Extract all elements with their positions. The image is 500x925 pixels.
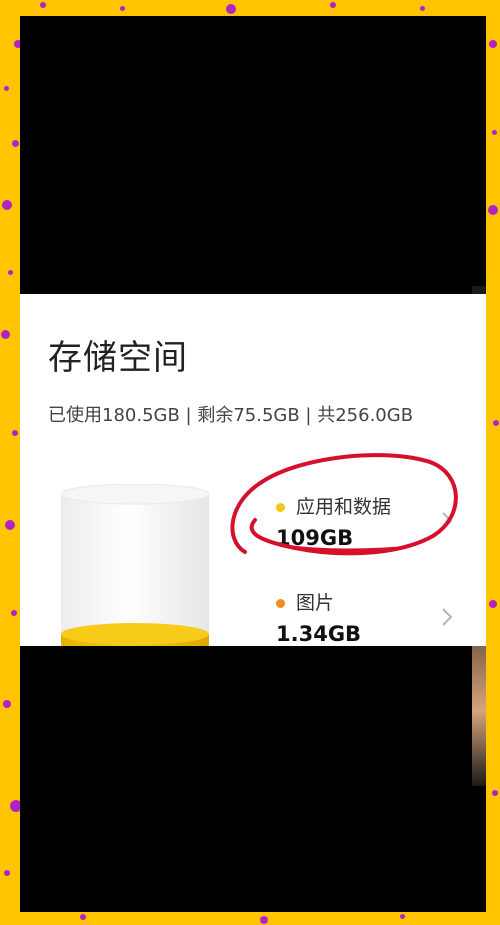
storage-summary: 已使用180.5GB | 剩余75.5GB | 共256.0GB bbox=[48, 405, 414, 426]
category-apps-data[interactable]: 应用和数据 109GB bbox=[276, 492, 476, 552]
chevron-right-icon bbox=[442, 512, 453, 530]
apps-dot-icon bbox=[276, 503, 285, 512]
chevron-right-icon bbox=[442, 608, 453, 626]
video-frame: 存储空间 已使用180.5GB | 剩余75.5GB | 共256.0GB 应用… bbox=[20, 16, 486, 912]
pictures-dot-icon bbox=[276, 599, 285, 608]
category-label: 图片 bbox=[296, 592, 335, 614]
category-value: 109GB bbox=[276, 526, 354, 550]
category-label: 应用和数据 bbox=[296, 496, 392, 518]
category-pictures[interactable]: 图片 1.34GB bbox=[276, 588, 476, 646]
page-title: 存储空间 bbox=[48, 338, 188, 378]
storage-card: 存储空间 已使用180.5GB | 剩余75.5GB | 共256.0GB 应用… bbox=[20, 294, 486, 646]
category-value: 1.34GB bbox=[276, 622, 362, 646]
storage-cylinder-chart bbox=[61, 484, 209, 646]
